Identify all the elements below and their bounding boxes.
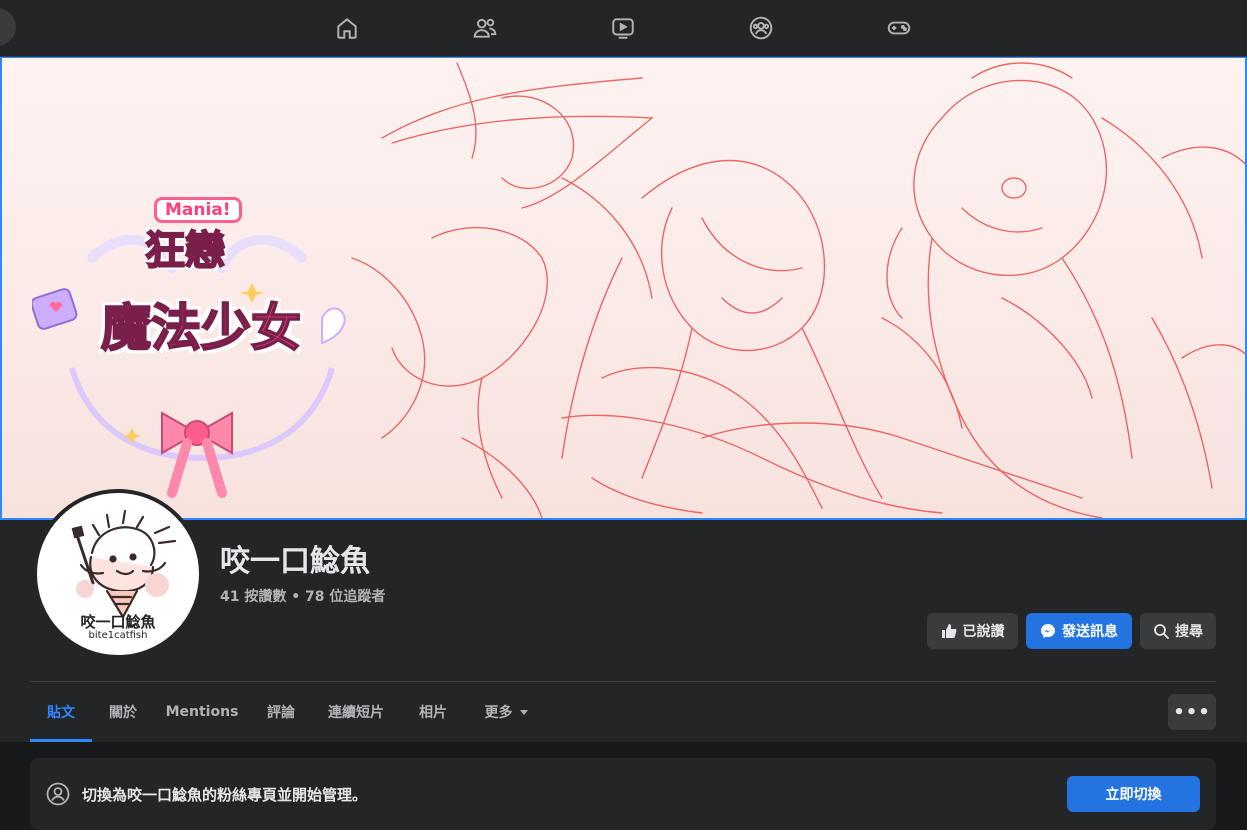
logo-title-line1: 狂戀 [144,227,226,275]
profile-avatar[interactable]: 咬一口鯰魚 bite1catfish [33,489,203,659]
tab-more-label: 更多 [484,705,513,721]
more-options-button[interactable]: ••• [1168,694,1216,730]
thumbs-up-icon [941,624,956,638]
tab-mentions-label: Mentions [165,704,239,720]
search-icon [1154,624,1169,639]
menu-stub[interactable] [0,8,16,46]
tab-reviews-label: 評論 [267,705,295,721]
messenger-icon [1041,624,1055,638]
tab-reels[interactable]: 連續短片 [314,682,398,742]
search-label: 搜尋 [1175,624,1203,640]
home-icon[interactable] [333,14,361,42]
switch-banner-text: 切換為咬一口鯰魚的粉絲專頁並開始管理。 [82,786,368,804]
top-navigation [0,0,1247,57]
avatar-name-text: 咬一口鯰魚 [80,613,156,631]
tab-posts[interactable]: 貼文 [30,682,92,742]
more-options-label: ••• [1173,701,1211,723]
tab-mentions[interactable]: Mentions [156,682,248,742]
tab-about-label: 關於 [109,705,137,721]
tab-photos-label: 相片 [419,705,447,721]
groups-icon[interactable] [747,14,775,42]
switch-now-label: 立即切換 [1105,787,1162,803]
friends-icon[interactable] [471,14,499,42]
tab-posts-label: 貼文 [47,705,75,721]
watch-icon[interactable] [609,14,637,42]
liked-button-label: 已說讚 [962,624,1005,640]
tab-reels-label: 連續短片 [328,705,384,721]
switch-profile-banner: 切換為咬一口鯰魚的粉絲專頁並開始管理。 立即切換 [30,758,1216,830]
send-message-button[interactable]: 發送訊息 [1026,613,1132,649]
tab-about[interactable]: 關於 [92,682,154,742]
profile-switch-icon [46,782,70,806]
gaming-icon[interactable] [885,14,913,42]
profile-tabs: 貼文 關於 Mentions 評論 連續短片 相片 更多 [30,682,1216,742]
liked-button[interactable]: 已說讚 [927,613,1018,649]
search-button[interactable]: 搜尋 [1140,613,1216,649]
logo-badge: Mania! [154,197,242,223]
cover-photo[interactable]: Mania! 狂戀 魔法少女 [0,57,1247,520]
send-message-label: 發送訊息 [1062,624,1118,640]
tab-more[interactable]: 更多 [468,682,544,742]
caret-down-icon [519,709,528,715]
switch-now-button[interactable]: 立即切換 [1067,776,1200,812]
logo-title-line2: 魔法少女 [100,299,302,357]
page-stats[interactable]: 41 按讚數 • 78 位追蹤者 [220,586,385,606]
tab-photos[interactable]: 相片 [404,682,462,742]
avatar-handle-text: bite1catfish [88,630,148,641]
page-title: 咬一口鯰魚 [220,544,370,579]
tab-reviews[interactable]: 評論 [250,682,312,742]
